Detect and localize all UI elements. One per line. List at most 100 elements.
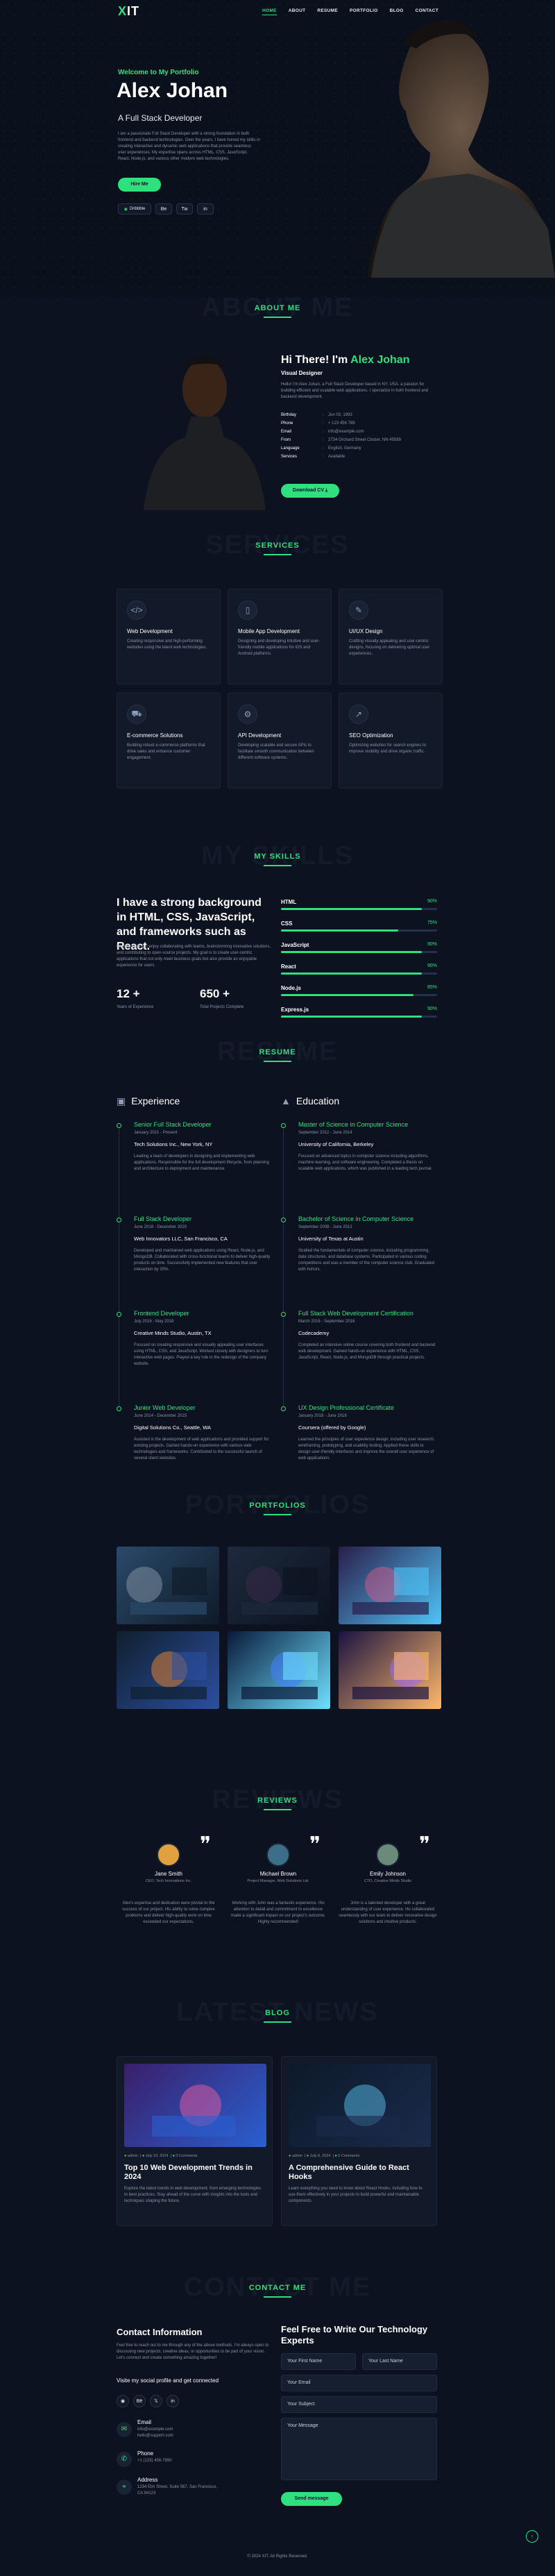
portfolio-item[interactable] xyxy=(339,1547,441,1624)
blog-comments[interactable]: 0 Comments xyxy=(338,2154,359,2158)
skill-bar-react: React 90% xyxy=(281,963,437,977)
service-desc: Crafting visually appealing and user-cen… xyxy=(349,639,430,656)
behance-icon[interactable]: Bē xyxy=(133,2395,146,2407)
skill-track xyxy=(281,908,437,910)
skill-bar-expressjs: Express.js 90% xyxy=(281,1007,437,1020)
service-card[interactable]: ✎ UI/UX Design Crafting visually appealing… xyxy=(339,589,443,684)
about-field-key: Services xyxy=(281,455,298,459)
download-cv-button[interactable]: Download CV ⤓ xyxy=(281,484,339,498)
blog-card[interactable]: ● admin | ● July 10, 2024 | ● 0 Comments… xyxy=(117,2056,273,2226)
service-desc: Creating responsive and high-performing … xyxy=(127,639,207,650)
twitter-icon[interactable]: Tw xyxy=(176,203,193,214)
behance-icon[interactable]: Be xyxy=(155,203,172,214)
timeline-date: July 2016 - May 2018 xyxy=(134,1320,174,1324)
blog-title[interactable]: Top 10 Web Development Trends in 2024 xyxy=(124,2164,263,2182)
quote-icon: ❞ xyxy=(200,1833,212,1857)
skill-bar-nodejs: Node.js 85% xyxy=(281,985,437,999)
send-message-button[interactable]: Send message xyxy=(281,2492,342,2506)
timeline-dot xyxy=(281,1312,286,1317)
timeline-date: January 2021 - Present xyxy=(134,1131,178,1135)
message-textarea[interactable]: Your Message xyxy=(281,2418,437,2480)
timeline-desc: Studied the fundamentals of computer sci… xyxy=(298,1249,435,1272)
timeline-date: September 2008 - June 2012 xyxy=(298,1225,352,1229)
blog-author[interactable]: admin xyxy=(128,2154,138,2158)
first-name-input[interactable]: Your First Name xyxy=(281,2353,356,2370)
portfolio-item[interactable] xyxy=(228,1547,330,1624)
timeline-dot xyxy=(117,1123,121,1128)
service-card[interactable]: ↗ SEO Optimization Optimizing websites for… xyxy=(339,693,443,789)
logo[interactable]: XIT xyxy=(118,4,139,19)
reviewer-avatar xyxy=(157,1843,180,1867)
skill-name: CSS xyxy=(281,920,293,927)
phone-1[interactable]: +1 (123) 456-7890 xyxy=(137,2459,172,2463)
blog-author[interactable]: admin xyxy=(292,2154,302,2158)
skill-bar-javascript: JavaScript 90% xyxy=(281,942,437,956)
email-1[interactable]: info@example.com xyxy=(137,2427,173,2432)
hire-me-button[interactable]: Hire Me xyxy=(118,178,161,192)
about-field-key: Email xyxy=(281,430,292,434)
portfolio-title: PORTFOLIOS PORTFOLIOS xyxy=(185,1490,370,1519)
about-heading: Hi There! I'm Alex Johan xyxy=(281,354,410,366)
skill-percent: 85% xyxy=(427,985,437,990)
timeline-org: University of California, Berkeley xyxy=(298,1141,374,1147)
reviewer-role: CEO, Tech Innovations Inc. xyxy=(145,1879,192,1883)
hero-section: XIT HOME ABOUT RESUME PORTFOLIO BLOG CON… xyxy=(0,0,555,298)
blog-comments[interactable]: 0 Comments xyxy=(176,2154,197,2158)
service-card[interactable]: ⛟ E-commerce Solutions Building robust e-c… xyxy=(117,693,221,789)
service-card[interactable]: ⚙ API Development Developing scalable and … xyxy=(228,693,332,789)
blog-title[interactable]: A Comprehensive Guide to React Hooks xyxy=(289,2164,427,2182)
reviewer-name: Emily Johnson xyxy=(369,1871,407,1877)
timeline-date: January 2018 - June 2018 xyxy=(298,1414,347,1418)
skill-fill xyxy=(281,908,422,910)
nav-about[interactable]: ABOUT xyxy=(289,8,306,15)
blog-image[interactable] xyxy=(124,2064,266,2147)
about-field-colon: : xyxy=(323,455,324,459)
last-name-input[interactable]: Your Last Name xyxy=(362,2353,437,2370)
blog-image[interactable] xyxy=(289,2064,431,2147)
briefcase-icon: ▣ xyxy=(117,1095,126,1106)
hero-name: Alex Johan xyxy=(117,79,228,102)
chart-icon: ↗ xyxy=(349,705,368,724)
subject-input[interactable]: Your Subject xyxy=(281,2396,437,2413)
service-desc: Developing scalable and secure APIs to f… xyxy=(238,743,314,760)
timeline-line xyxy=(283,1126,284,1409)
nav-home[interactable]: HOME xyxy=(262,8,277,15)
portfolio-item[interactable] xyxy=(339,1631,441,1709)
service-title: API Development xyxy=(238,732,282,739)
email-2[interactable]: hello@support.com xyxy=(137,2434,173,2438)
portfolio-item[interactable] xyxy=(228,1631,330,1709)
timeline-title: Junior Web Developer xyxy=(134,1404,196,1411)
nav-contact[interactable]: CONTACT xyxy=(416,8,438,15)
nav-portfolio[interactable]: PORTFOLIO xyxy=(350,8,378,15)
portfolio-item[interactable] xyxy=(117,1631,219,1709)
nav-resume[interactable]: RESUME xyxy=(317,8,338,15)
email-input[interactable]: Your Email xyxy=(281,2375,437,2391)
nav-blog[interactable]: BLOG xyxy=(390,8,404,15)
skill-name: React xyxy=(281,963,296,970)
linkedin-icon[interactable]: in xyxy=(197,203,214,214)
about-field-key: Birthday xyxy=(281,413,297,417)
twitter-icon[interactable]: 𝕏 xyxy=(150,2395,162,2407)
contact-info-title: Contact Information xyxy=(117,2327,203,2337)
blog-desc: Learn everything you need to know about … xyxy=(289,2187,422,2203)
dribbble-icon[interactable]: ◉ Dribbble xyxy=(118,203,151,214)
contact-info-desc: Feel free to reach out to me through any… xyxy=(117,2343,269,2360)
linkedin-icon[interactable]: in xyxy=(166,2395,179,2407)
code-icon: </> xyxy=(127,600,146,620)
phone-label: Phone xyxy=(137,2450,154,2457)
dribbble-icon[interactable]: ◉ xyxy=(117,2395,129,2407)
service-card[interactable]: ▯ Mobile App Development Designing and dev… xyxy=(228,589,332,684)
skill-percent: 90% xyxy=(427,942,437,947)
service-title: Mobile App Development xyxy=(238,628,300,634)
skill-track xyxy=(281,1016,437,1018)
scroll-top-button[interactable]: ↑ xyxy=(526,2530,538,2543)
timeline-title: Frontend Developer xyxy=(134,1310,189,1317)
skill-name: JavaScript xyxy=(281,942,309,948)
address-label: Address xyxy=(137,2477,158,2483)
service-card[interactable]: </> Web Development Creating responsive an… xyxy=(117,589,221,684)
blog-card[interactable]: ● admin | ● July 8, 2024 | ● 0 Comments A… xyxy=(281,2056,437,2226)
timeline-org: Tech Solutions Inc., New York, NY xyxy=(134,1141,213,1147)
skill-name: HTML xyxy=(281,899,297,905)
reviewer-role: Project Manager, Web Solutions Ltd. xyxy=(247,1879,309,1883)
portfolio-item[interactable] xyxy=(117,1547,219,1624)
